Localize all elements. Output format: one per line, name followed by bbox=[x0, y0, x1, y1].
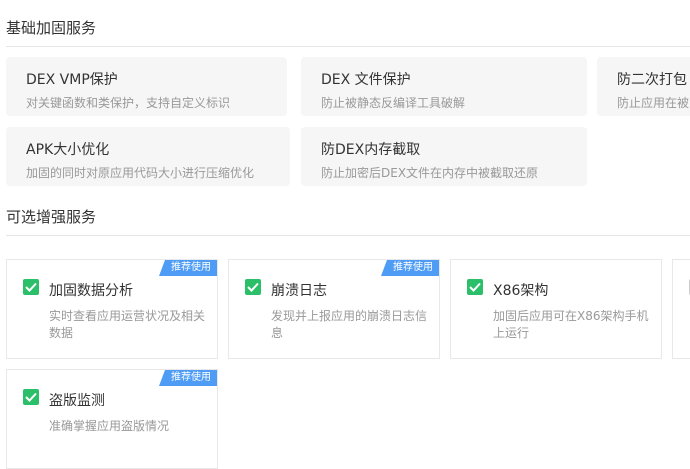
checkbox-checked[interactable] bbox=[467, 279, 483, 295]
basic-card-apk-size[interactable]: APK大小优化 加固的同时对原应用代码大小进行压缩优化 bbox=[6, 127, 290, 186]
checkmark-icon bbox=[247, 282, 259, 292]
basic-card-desc: 防止应用在被 bbox=[617, 96, 690, 110]
option-card-data-analysis[interactable]: 加固数据分析 实时查看应用运营状况及相关数据 推荐使用 bbox=[6, 259, 218, 359]
option-desc: 加固后应用可在X86架构手机上运行 bbox=[493, 309, 649, 340]
option-desc: 发现并上报应用的崩溃日志信息 bbox=[271, 309, 428, 340]
basic-card-anti-dex-dump[interactable]: 防DEX内存截取 防止加密后DEX文件在内存中被截取还原 bbox=[301, 127, 587, 186]
option-desc: 实时查看应用运营状况及相关数据 bbox=[49, 309, 206, 340]
basic-card-title: APK大小优化 bbox=[26, 142, 110, 158]
checkbox-checked[interactable] bbox=[23, 279, 39, 295]
checkbox-checked[interactable] bbox=[23, 389, 39, 405]
basic-card-desc: 防止被静态反编译工具破解 bbox=[321, 96, 466, 110]
recommended-badge: 推荐使用 bbox=[159, 260, 217, 276]
checkmark-icon bbox=[25, 282, 37, 292]
basic-card-title: DEX 文件保护 bbox=[321, 72, 411, 88]
option-title: 盗版监测 bbox=[49, 393, 105, 409]
basic-card-anti-repack[interactable]: 防二次打包 防止应用在被 bbox=[597, 57, 690, 116]
basic-card-title: DEX VMP保护 bbox=[26, 72, 118, 88]
option-title: 加固数据分析 bbox=[49, 283, 133, 299]
option-card-x86[interactable]: X86架构 加固后应用可在X86架构手机上运行 bbox=[450, 259, 662, 359]
option-card-partial[interactable] bbox=[672, 259, 690, 359]
basic-card-desc: 对关键函数和类保护，支持自定义标识 bbox=[26, 96, 231, 110]
recommended-badge: 推荐使用 bbox=[381, 260, 439, 276]
option-desc: 准确掌握应用盗版情况 bbox=[49, 419, 170, 433]
checkbox-checked[interactable] bbox=[245, 279, 261, 295]
recommended-badge: 推荐使用 bbox=[159, 370, 217, 386]
option-card-piracy-monitor[interactable]: 盗版监测 准确掌握应用盗版情况 推荐使用 bbox=[6, 369, 218, 469]
basic-card-desc: 防止加密后DEX文件在内存中被截取还原 bbox=[321, 166, 539, 180]
checkmark-icon bbox=[25, 392, 37, 402]
basic-card-title: 防DEX内存截取 bbox=[321, 142, 421, 158]
optional-services-title: 可选增强服务 bbox=[6, 208, 97, 226]
basic-divider bbox=[6, 46, 690, 47]
option-card-crash-log[interactable]: 崩溃日志 发现并上报应用的崩溃日志信息 推荐使用 bbox=[228, 259, 440, 359]
basic-card-title: 防二次打包 bbox=[617, 72, 687, 88]
basic-services-title: 基础加固服务 bbox=[6, 19, 97, 37]
basic-card-dex-vmp[interactable]: DEX VMP保护 对关键函数和类保护，支持自定义标识 bbox=[6, 57, 287, 116]
option-title: 崩溃日志 bbox=[271, 283, 327, 299]
basic-card-dex-file[interactable]: DEX 文件保护 防止被静态反编译工具破解 bbox=[301, 57, 587, 116]
option-title: X86架构 bbox=[493, 283, 549, 299]
checkmark-icon bbox=[469, 282, 481, 292]
optional-divider bbox=[6, 235, 690, 236]
basic-card-desc: 加固的同时对原应用代码大小进行压缩优化 bbox=[26, 166, 255, 180]
